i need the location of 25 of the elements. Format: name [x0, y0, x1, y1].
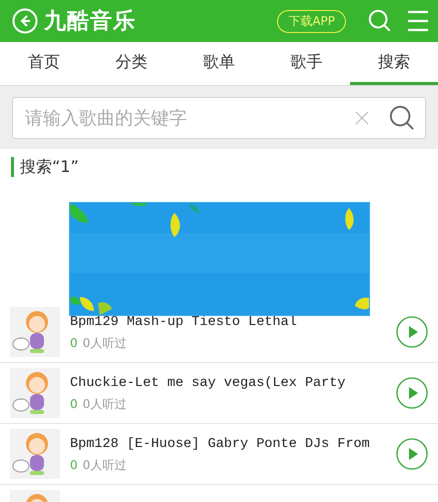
- song-title: Bpm128 [E-Huose] Gabry Ponte DJs From: [70, 436, 371, 454]
- back-icon[interactable]: [12, 8, 38, 34]
- listen-count: 0人听过: [82, 396, 126, 410]
- menu-icon[interactable]: [406, 9, 430, 33]
- song-title: Bpm129 Mash-up Tiesto Lethal: [70, 314, 298, 332]
- song-row[interactable]: Chuckie-Let me say vegas(Lex Party 0 0人听过: [0, 362, 438, 423]
- play-icon[interactable]: [396, 377, 428, 409]
- search-field[interactable]: 请输入歌曲的关键字: [12, 97, 426, 139]
- play-count: 0: [70, 396, 78, 410]
- song-row[interactable]: Bpm128 [E-Huose] Gabry Ponte DJs From 0 0人听过: [0, 423, 438, 484]
- search-icon[interactable]: [389, 105, 415, 131]
- nav-tab[interactable]: 歌单: [175, 42, 263, 85]
- play-count: 0: [70, 458, 78, 472]
- song-title: Chuckie-Let me say vegas(Lex Party: [70, 374, 346, 392]
- search-icon[interactable]: [368, 9, 392, 33]
- clear-icon[interactable]: [355, 111, 369, 125]
- play-icon[interactable]: [396, 438, 428, 470]
- nav-tab[interactable]: 分类: [88, 42, 176, 85]
- nav-tab[interactable]: 首页: [0, 42, 88, 85]
- nav-tab[interactable]: 歌手: [262, 42, 350, 85]
- results-heading: 搜索“1”: [11, 157, 438, 177]
- play-icon[interactable]: [396, 316, 428, 348]
- listen-count: 0人听过: [82, 458, 126, 472]
- listen-count: 0人听过: [82, 336, 126, 350]
- play-count: 0: [70, 336, 78, 350]
